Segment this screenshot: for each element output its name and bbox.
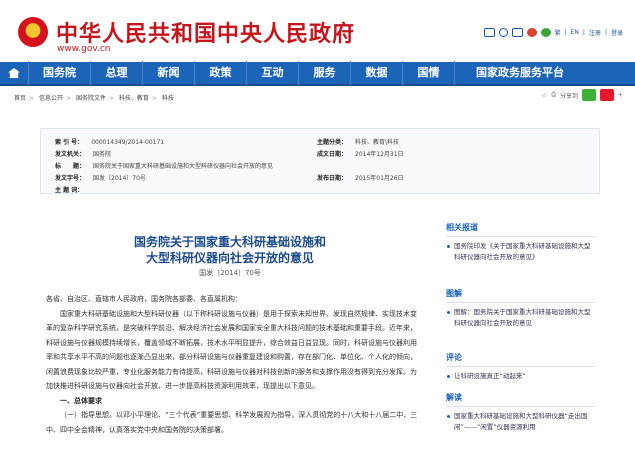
site-header: 中华人民共和国中央人民政府 www.gov.cn 繁 | EN | 注册 | 登… bbox=[0, 0, 635, 62]
wechat-icon[interactable] bbox=[540, 28, 551, 37]
info-pubdate: 发布日期： 2015年01月26日 bbox=[317, 175, 404, 182]
interpretation-heading: 解读 bbox=[446, 392, 596, 407]
share-weibo-icon[interactable] bbox=[599, 89, 614, 101]
breadcrumb-state-council-docs[interactable]: 国务院文件 bbox=[76, 95, 106, 102]
document-number: 国发〔2014〕70号 bbox=[199, 269, 261, 277]
nav-item-data[interactable]: 数据 bbox=[350, 61, 402, 85]
comment-link[interactable]: 让科研设施真正“动起来” bbox=[446, 371, 596, 382]
print-icon[interactable]: ⎙ bbox=[551, 91, 556, 99]
nav-item-services[interactable]: 服务 bbox=[298, 61, 350, 85]
interpretation-section: 解读 国家重大科研基础设施和大型科研仪器“走出国闲”——“闲置”仪器资源利用 bbox=[446, 392, 596, 433]
interpretation-link[interactable]: 国家重大科研基础设施和大型科研仪器“走出国闲”——“闲置”仪器资源利用 bbox=[446, 411, 596, 433]
weibo-icon[interactable] bbox=[526, 28, 537, 37]
related-reports-section: 相关报道 国务院印发《关于国家重大科研基础设施和大型科研仪器向社会开放的意见》 bbox=[446, 222, 596, 263]
login-link[interactable]: 登录 bbox=[611, 28, 623, 37]
info-keywords: 主 题 词： bbox=[55, 187, 84, 194]
salutation: 各省、自治区、直辖市人民政府，国务院各部委、各直属机构： bbox=[46, 295, 242, 303]
share-label: 分享到 bbox=[559, 92, 578, 100]
info-issuer: 发文机关： 国务院 bbox=[55, 151, 112, 158]
share-wechat-icon[interactable] bbox=[581, 89, 596, 101]
breadcrumb-sci-edu[interactable]: 科技、教育 bbox=[119, 95, 149, 102]
site-url: www.gov.cn bbox=[57, 44, 111, 54]
nav-item-service-platform[interactable]: 国家政务服务平台 bbox=[454, 61, 585, 85]
document-info-table: 索 引 号： 000014349/2014-00171 主题分类： 科技、教育\科技… bbox=[40, 128, 600, 194]
related-reports-heading: 相关报道 bbox=[446, 222, 596, 237]
info-docno: 发文字号： 国发〔2014〕70号 bbox=[55, 175, 146, 182]
breadcrumb-home[interactable]: 首页 bbox=[14, 95, 26, 102]
related-link[interactable]: 国务院印发《关于国家重大科研基础设施和大型科研仪器向社会开放的意见》 bbox=[446, 241, 596, 263]
breadcrumb-info-disclosure[interactable]: 信息公开 bbox=[39, 95, 63, 102]
paragraph: （一）指导思想。以邓小平理论、“三个代表”重要思想、科学发展观为指导，深入贯彻党… bbox=[46, 411, 418, 434]
more-icon[interactable]: + bbox=[618, 92, 623, 99]
breadcrumb: 首页 > 信息公开 > 国务院文件 > 科技、教育 > 科技 bbox=[14, 95, 174, 102]
paragraph: 国家重大科研基础设施和大型科研仪器（以下称科研设施与仪器）是用于探索未知世界、发… bbox=[46, 309, 417, 391]
info-index: 索 引 号： 000014349/2014-00171 bbox=[55, 139, 165, 146]
document-body: 各省、自治区、直辖市人民政府，国务院各部委、各直属机构： 国家重大科研基础设施和… bbox=[46, 292, 421, 437]
comment-section: 评论 让科研设施真正“动起来” bbox=[446, 352, 596, 382]
breadcrumb-sci[interactable]: 科技 bbox=[162, 95, 174, 102]
nav-item-premier[interactable]: 总理 bbox=[90, 61, 142, 85]
nav-item-interaction[interactable]: 互动 bbox=[246, 61, 298, 85]
nav-item-policy[interactable]: 政策 bbox=[194, 61, 246, 85]
illustration-heading: 图解 bbox=[446, 288, 596, 303]
top-tools: 繁 | EN | 注册 | 登录 bbox=[483, 28, 623, 37]
national-emblem-icon[interactable] bbox=[18, 17, 48, 47]
page-title: 国务院关于国家重大科研基础设施和 大型科研仪器向社会开放的意见 bbox=[133, 235, 326, 265]
illustration-section: 图解 图解：国务院关于国家重大科研基础设施和大型科研仪器向社会开放的意见 bbox=[446, 288, 596, 329]
info-date: 成文日期： 2014年12月31日 bbox=[317, 151, 404, 158]
english-link[interactable]: EN bbox=[571, 29, 579, 36]
mail-icon[interactable] bbox=[483, 28, 495, 37]
register-link[interactable]: 注册 bbox=[589, 28, 601, 37]
favorite-icon[interactable]: ☆ bbox=[542, 92, 547, 99]
mobile-icon[interactable] bbox=[511, 28, 523, 37]
info-title: 标 题： 国务院关于国家重大科研基础设施和大型科研仪器向社会开放的意见 bbox=[55, 163, 274, 170]
illustration-link[interactable]: 图解：国务院关于国家重大科研基础设施和大型科研仪器向社会开放的意见 bbox=[446, 307, 596, 329]
nav-item-news[interactable]: 新闻 bbox=[142, 61, 194, 85]
nav-item-state-council[interactable]: 国务院 bbox=[28, 61, 90, 85]
section-heading: 一、总体要求 bbox=[60, 396, 102, 405]
share-bar: ☆ ⎙ 分享到 + bbox=[542, 89, 623, 101]
main-nav: 国务院 总理 新闻 政策 互动 服务 数据 国情 国家政务服务平台 bbox=[0, 61, 635, 86]
info-category: 主题分类： 科技、教育\科技 bbox=[317, 139, 400, 146]
comment-heading: 评论 bbox=[446, 352, 596, 367]
app-icon[interactable] bbox=[498, 28, 508, 37]
nav-item-national-conditions[interactable]: 国情 bbox=[402, 61, 454, 85]
home-icon[interactable] bbox=[0, 61, 28, 85]
traditional-link[interactable]: 繁 bbox=[555, 28, 561, 37]
